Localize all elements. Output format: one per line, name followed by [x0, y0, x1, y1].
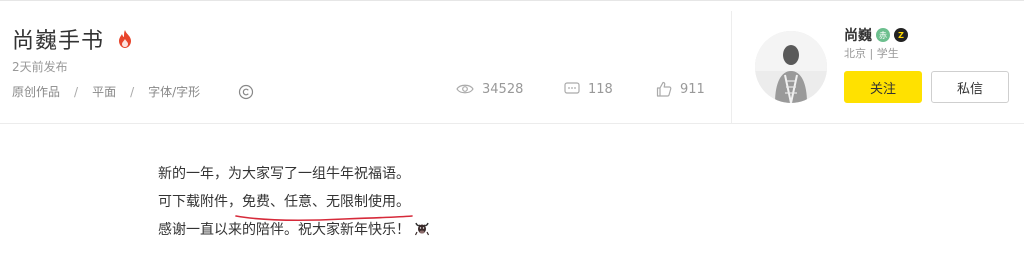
- verified-badge-icon[interactable]: 赤: [876, 28, 890, 42]
- avatar[interactable]: [755, 31, 827, 103]
- comments-count: 118: [588, 81, 613, 97]
- thumbs-up-icon: [656, 81, 672, 97]
- level-badge-icon[interactable]: Z: [894, 28, 908, 42]
- work-stats: 34528 118 911: [456, 81, 705, 97]
- highlighted-text-content: 免费、任意、无限制使用。: [242, 194, 410, 210]
- category-type-link[interactable]: 平面: [92, 83, 116, 100]
- description-text: 感谢一直以来的陪伴。祝大家新年快乐！: [158, 222, 410, 238]
- category-original-link[interactable]: 原创作品: [12, 83, 60, 100]
- comments-stat[interactable]: 118: [564, 82, 656, 97]
- ox-emoji-icon: [414, 222, 430, 236]
- author-info-divider: |: [869, 47, 874, 60]
- author-name[interactable]: 尚巍: [844, 25, 872, 45]
- breadcrumb-separator: /: [74, 84, 79, 99]
- follow-button[interactable]: 关注: [844, 71, 922, 103]
- views-count: 34528: [482, 81, 524, 97]
- message-button[interactable]: 私信: [931, 71, 1009, 103]
- work-description: 新的一年，为大家写了一组牛年祝福语。 可下载附件，免费、任意、无限制使用。 感谢…: [158, 160, 430, 244]
- copyright-icon[interactable]: [238, 84, 254, 100]
- page-title: 尚巍手书: [12, 29, 105, 54]
- publish-time: 2天前发布: [12, 60, 68, 74]
- category-breadcrumb: 原创作品 / 平面 / 字体/字形: [12, 83, 254, 100]
- description-line: 新的一年，为大家写了一组牛年祝福语。: [158, 166, 410, 182]
- description-text: 可下载附件，: [158, 194, 242, 210]
- author-name-row: 尚巍 赤 Z: [844, 25, 908, 45]
- author-info: 北京 | 学生: [844, 45, 899, 61]
- author-role: 学生: [876, 47, 899, 60]
- red-underline-mark: [235, 215, 413, 222]
- work-header: 尚巍手书 2天前发布 原创作品 / 平面 / 字体/字形 34528 118 9…: [0, 0, 1024, 124]
- divider: [731, 11, 732, 123]
- author-location: 北京: [844, 47, 866, 60]
- title-row: 尚巍手书: [12, 23, 132, 55]
- comment-icon: [564, 82, 580, 94]
- views-stat: 34528: [456, 82, 564, 97]
- fire-icon: [119, 30, 132, 48]
- avatar-image: [755, 31, 827, 103]
- description-line: 可下载附件，免费、任意、无限制使用。: [158, 188, 430, 222]
- breadcrumb-separator: /: [130, 84, 135, 99]
- likes-stat[interactable]: 911: [656, 81, 705, 97]
- highlighted-text: 免费、任意、无限制使用。: [235, 194, 413, 222]
- category-subtype-link[interactable]: 字体/字形: [148, 83, 200, 100]
- likes-count: 911: [680, 81, 705, 97]
- eye-icon: [456, 84, 474, 94]
